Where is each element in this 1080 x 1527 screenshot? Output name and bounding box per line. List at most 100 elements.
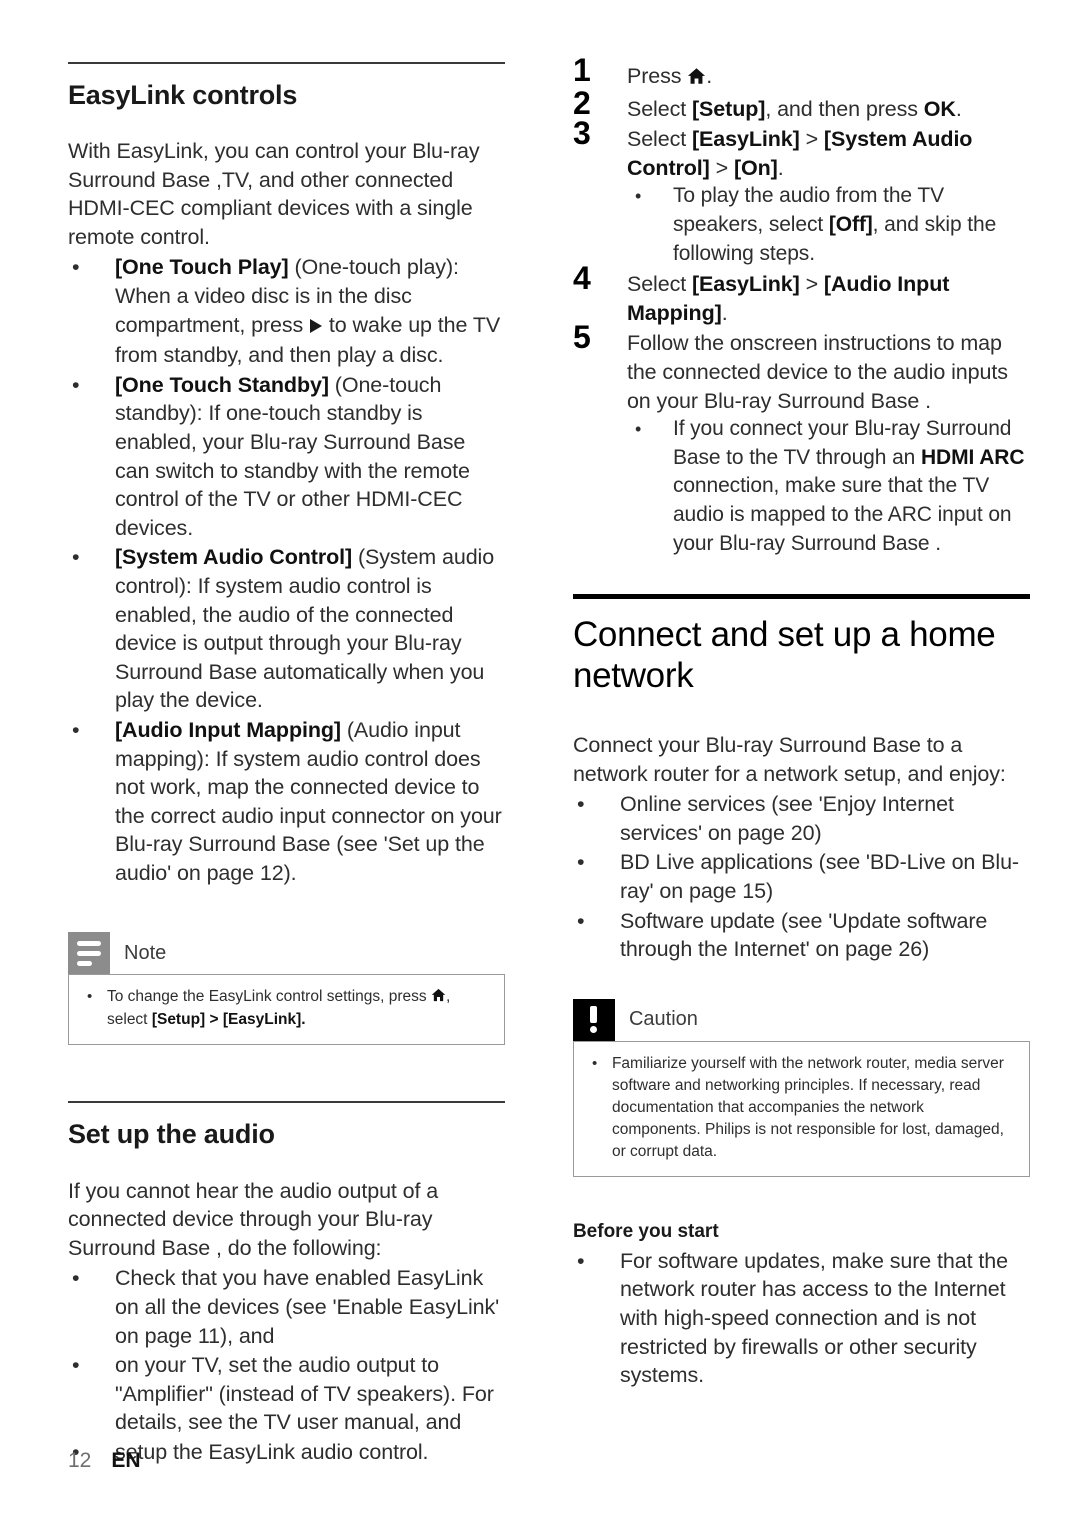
step-text: Select [EasyLink] > [System Audio Contro…	[627, 125, 1030, 182]
easylink-controls-list: • [One Touch Play] (One-touch play): When…	[68, 253, 505, 887]
list-item-text: setup the EasyLink audio control.	[115, 1439, 429, 1464]
button-ok: OK	[923, 96, 956, 121]
list-item-text: (System audio control): If system audio …	[115, 545, 495, 713]
home-icon	[431, 987, 446, 1009]
bullet-dot: •	[72, 372, 80, 397]
step-number: 1	[572, 52, 591, 88]
bullet-dot: •	[634, 186, 642, 207]
step-separator: >	[799, 127, 824, 152]
caution-icon	[572, 998, 615, 1041]
step-number: 4	[572, 260, 591, 297]
language-code: EN	[111, 1449, 141, 1472]
list-item: • [Audio Input Mapping] (Audio input mapp…	[68, 716, 505, 888]
note-bold-setup: [Setup]	[151, 1011, 206, 1029]
sub-text-after: connection, make sure that the TV audio …	[672, 474, 1012, 555]
bullet-dot: •	[72, 1353, 80, 1378]
heading-rule	[68, 62, 506, 64]
step-text-before: Select	[626, 96, 692, 121]
menu-item-setup: [Setup]	[691, 96, 766, 121]
heading-rule	[68, 1101, 506, 1104]
list-item-text: (Audio input mapping): If system audio c…	[115, 717, 502, 885]
list-item: • If you connect your Blu-ray Surround Ba…	[627, 415, 1030, 558]
step-text: Select [EasyLink] > [Audio Input Mapping…	[627, 270, 1030, 327]
step-item: 1 Press .	[573, 54, 1030, 93]
section-heading-home-network: Connect and set up a home network	[572, 615, 996, 696]
bullet-dot: •	[591, 1054, 598, 1072]
step-text-middle: , and then press	[765, 96, 924, 121]
list-item: • BD Live applications (see 'BD-Live on B…	[573, 848, 1030, 905]
step-text: Press .	[627, 62, 1030, 93]
play-icon	[309, 313, 323, 342]
bullet-dot: •	[634, 419, 642, 440]
page-footer: 12 EN	[68, 1449, 141, 1473]
step-item: 5 Follow the onscreen instructions to ma…	[573, 321, 1030, 558]
set-up-audio-list: • Check that you have enabled EasyLink on…	[68, 1264, 505, 1466]
connection-type-hdmi-arc: HDMI ARC	[920, 445, 1025, 469]
step-text: Select [Setup], and then press OK.	[627, 95, 1030, 124]
list-item: • Familiarize yourself with the network r…	[588, 1053, 1015, 1163]
step-number: 5	[572, 319, 591, 356]
list-item-text: Software update (see 'Update software th…	[619, 908, 988, 962]
menu-item-on: [On]	[733, 155, 778, 180]
numbered-steps-list: 1 Press . 2 Select [Setup], and then pre…	[572, 54, 1030, 558]
menu-item-off: [Off]	[828, 212, 873, 236]
step-item: 2 Select [Setup], and then press OK.	[573, 87, 1030, 124]
note-list: • To change the EasyLink control settings…	[83, 986, 490, 1031]
list-item-text: Check that you have enabled EasyLink on …	[115, 1266, 500, 1348]
set-up-audio-intro: If you cannot hear the audio output of a…	[68, 1178, 439, 1260]
step-sub-list: • To play the audio from the TV speakers,…	[627, 182, 1030, 268]
list-item-text: BD Live applications (see 'BD-Live on Bl…	[619, 850, 1019, 903]
note-callout-title: Note	[124, 941, 167, 964]
caution-callout-title: Caution	[628, 1008, 698, 1031]
step-separator-2: >	[709, 155, 734, 180]
step-sub-list: • If you connect your Blu-ray Surround Ba…	[627, 415, 1030, 558]
list-item: • [System Audio Control] (System audio co…	[68, 543, 505, 715]
bullet-dot: •	[72, 1266, 80, 1291]
bullet-dot: •	[72, 545, 80, 570]
column-gutter	[505, 62, 573, 1527]
step-text-after: .	[955, 96, 962, 121]
note-text-prefix: To change the EasyLink control settings,…	[107, 988, 431, 1006]
note-bold-easylink: [EasyLink]	[222, 1011, 302, 1029]
before-you-start-list: • For software updates, make sure that th…	[573, 1247, 1030, 1390]
bullet-dot: •	[576, 1248, 585, 1273]
easylink-intro-paragraph: With EasyLink, you can control your Blu-…	[68, 139, 480, 249]
list-item-text: For software updates, make sure that the…	[619, 1248, 1008, 1388]
menu-item-easylink: [EasyLink]	[691, 272, 800, 297]
page-title: EasyLink controls	[68, 80, 298, 110]
bullet-dot: •	[576, 792, 585, 817]
bullet-dot: •	[72, 255, 80, 280]
list-item: • on your TV, set the audio output to "Am…	[68, 1351, 505, 1437]
heading-before-you-start: Before you start	[572, 1220, 719, 1242]
list-item: • Online services (see 'Enjoy Internet se…	[573, 790, 1030, 847]
note-icon	[68, 932, 110, 975]
term-label: [One Touch Play]	[115, 255, 289, 280]
term-label: [Audio Input Mapping]	[115, 717, 341, 742]
step-number: 2	[572, 84, 591, 121]
list-item: • For software updates, make sure that th…	[573, 1247, 1030, 1390]
term-label: [System Audio Control]	[115, 545, 353, 570]
manual-page: EasyLink controls With EasyLink, you can…	[0, 0, 1080, 1527]
step-text: Follow the onscreen instructions to map …	[626, 331, 1008, 413]
bullet-dot: •	[576, 850, 585, 875]
step-separator: >	[799, 272, 824, 297]
home-network-benefits-list: • Online services (see 'Enjoy Internet se…	[573, 790, 1030, 964]
step-number: 3	[572, 115, 591, 152]
caution-text: Familiarize yourself with the network ro…	[611, 1054, 1004, 1160]
step-item: 3 Select [EasyLink] > [System Audio Cont…	[573, 117, 1030, 268]
caution-callout-body: • Familiarize yourself with the network r…	[572, 1040, 1030, 1177]
caution-callout-tab: Caution	[572, 998, 1030, 1041]
term-label: [One Touch Standby]	[115, 372, 329, 397]
note-text-suffix: .	[301, 1011, 306, 1029]
list-item-text: Online services (see 'Enjoy Internet ser…	[619, 792, 954, 845]
menu-item-easylink: [EasyLink]	[691, 127, 800, 152]
section-heading-rule	[572, 594, 1030, 600]
step-text-after: .	[706, 64, 713, 88]
section-heading-set-up-audio: Set up the audio	[68, 1119, 275, 1150]
list-item: • To play the audio from the TV speakers,…	[627, 182, 1030, 268]
note-callout-body: • To change the EasyLink control settings…	[68, 974, 506, 1046]
page-number: 12	[68, 1449, 92, 1472]
caution-callout: Caution • Familiarize yourself with the n…	[572, 998, 1030, 1177]
step-text-after: .	[721, 300, 728, 325]
list-item-text: on your TV, set the audio output to "Amp…	[115, 1353, 494, 1435]
